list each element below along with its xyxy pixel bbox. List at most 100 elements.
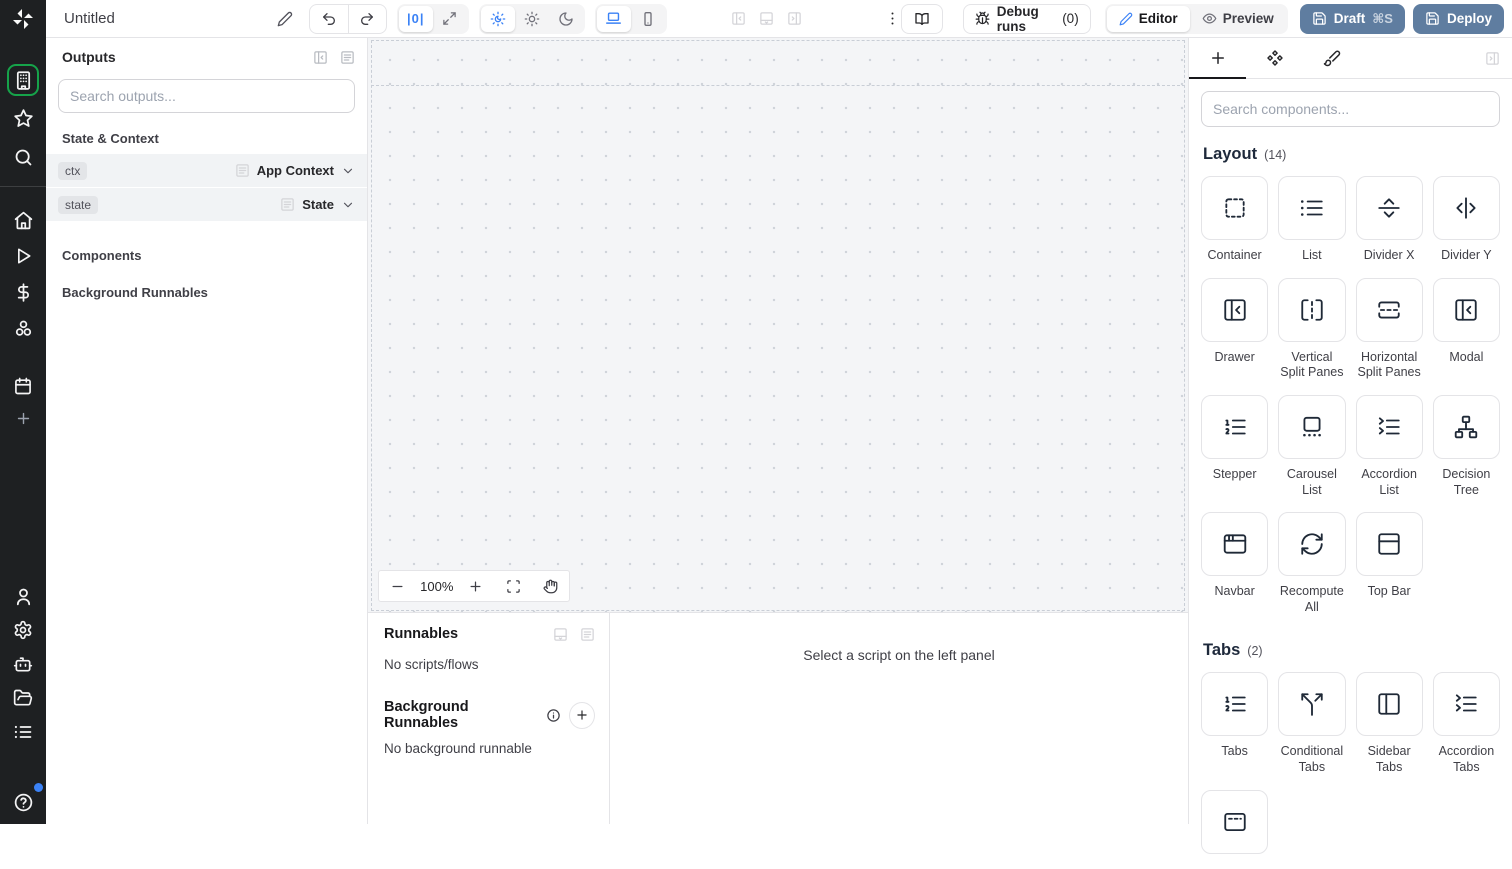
rail-item-runs[interactable] <box>7 240 39 272</box>
component-card-sidebar-tabs[interactable]: Sidebar Tabs <box>1356 672 1423 775</box>
bottom-panel: Runnables No scripts/flows Background Ru… <box>368 612 1188 824</box>
windmill-logo[interactable] <box>0 0 46 38</box>
tab-insert-component[interactable] <box>1189 38 1246 78</box>
sun-moon-icon <box>490 11 506 27</box>
component-card-divider-x[interactable]: Divider X <box>1356 176 1423 264</box>
ctx-type-label: App Context <box>257 163 334 178</box>
more-menu-button[interactable] <box>884 10 901 27</box>
editor-label: Editor <box>1139 11 1178 26</box>
rail-item-search[interactable] <box>7 141 39 173</box>
component-card-accordion-tabs[interactable]: Accordion Tabs <box>1433 672 1500 775</box>
deploy-button[interactable]: Deploy <box>1413 4 1504 34</box>
rail-item-variables[interactable] <box>7 276 39 308</box>
plus-icon <box>1209 49 1227 67</box>
building-icon <box>13 70 34 91</box>
tab-component-settings[interactable] <box>1246 38 1303 78</box>
sidebar-tabs-icon <box>1376 691 1402 717</box>
navbar-icon <box>1222 531 1248 557</box>
fit-view-button[interactable] <box>495 571 532 601</box>
components-search-input[interactable] <box>1201 91 1500 127</box>
draft-button[interactable]: Draft ⌘S <box>1300 4 1405 34</box>
background-runnables-title: Background Runnables <box>384 699 538 731</box>
edit-title-pencil-icon[interactable] <box>277 11 293 27</box>
pan-button[interactable] <box>532 571 569 601</box>
chevron-down-icon[interactable] <box>341 164 355 178</box>
chevron-down-icon[interactable] <box>341 198 355 212</box>
component-card-horizontal-split[interactable]: Horizontal Split Panes <box>1356 278 1423 381</box>
outputs-search-input[interactable] <box>58 79 355 113</box>
rail-item-home[interactable] <box>7 204 39 236</box>
app-canvas[interactable]: 100% <box>368 38 1188 612</box>
editor-tab[interactable]: Editor <box>1107 6 1190 32</box>
expand-all-icon[interactable] <box>340 50 355 65</box>
rail-item-help[interactable] <box>7 786 39 818</box>
rail-item-workers[interactable] <box>7 648 39 680</box>
tabs-icon <box>1222 691 1248 717</box>
component-card-drawer[interactable]: Drawer <box>1201 278 1268 381</box>
rail-item-add[interactable] <box>7 402 39 434</box>
component-card-navbar[interactable]: Navbar <box>1201 512 1268 615</box>
component-card-accordion-list[interactable]: Accordion List <box>1356 395 1423 498</box>
undo-button[interactable] <box>310 5 348 33</box>
centered-layout-button[interactable]: |0| <box>399 6 433 32</box>
docs-button[interactable] <box>901 4 943 34</box>
component-card-container[interactable]: Container <box>1201 176 1268 264</box>
component-card-conditional-tabs[interactable]: Conditional Tabs <box>1278 672 1345 775</box>
rail-item-settings[interactable] <box>7 614 39 646</box>
search-icon <box>13 147 34 168</box>
desktop-view-button[interactable] <box>597 6 631 32</box>
add-background-runnable-button[interactable] <box>569 702 595 729</box>
component-card-divider-y[interactable]: Divider Y <box>1433 176 1500 264</box>
plus-icon <box>15 410 32 427</box>
zoom-out-button[interactable] <box>379 571 416 601</box>
background-runnables-heading: Background Runnables <box>46 271 367 308</box>
debug-runs-button[interactable]: Debug runs (0) <box>963 4 1091 34</box>
doc-icon <box>280 197 295 212</box>
canvas-width-group: |0| <box>397 4 469 34</box>
component-card-list[interactable]: List <box>1278 176 1345 264</box>
toggle-right-panel-icon[interactable] <box>787 11 802 26</box>
collapse-right-panel-icon[interactable] <box>1485 51 1500 66</box>
component-card-decision-tree[interactable]: Decision Tree <box>1433 395 1500 498</box>
redo-button[interactable] <box>348 5 386 33</box>
fullwidth-button[interactable] <box>433 6 467 32</box>
mobile-view-button[interactable] <box>631 6 665 32</box>
drawer-icon <box>1222 297 1248 323</box>
component-card-stepper[interactable]: Stepper <box>1201 395 1268 498</box>
preview-tab[interactable]: Preview <box>1190 6 1286 32</box>
rail-item-apps[interactable] <box>7 64 39 96</box>
component-card-vertical-split[interactable]: Vertical Split Panes <box>1278 278 1345 381</box>
sun-icon <box>524 11 540 27</box>
bug-icon <box>975 11 990 26</box>
collapse-bottom-panel-icon[interactable] <box>553 627 568 642</box>
component-card-recompute-all[interactable]: Recompute All <box>1278 512 1345 615</box>
component-card-top-bar[interactable]: Top Bar <box>1356 512 1423 615</box>
state-row[interactable]: state State <box>46 188 367 221</box>
rail-item-account[interactable] <box>7 580 39 612</box>
rail-item-logs[interactable] <box>7 716 39 748</box>
zoom-in-button[interactable] <box>457 571 494 601</box>
theme-auto-button[interactable] <box>481 6 515 32</box>
doc-icon[interactable] <box>580 627 595 642</box>
deploy-label: Deploy <box>1447 11 1492 26</box>
rail-item-folders[interactable] <box>7 682 39 714</box>
gear-icon <box>13 620 33 640</box>
rail-item-favorites[interactable] <box>7 102 39 134</box>
component-card-modal[interactable]: Modal <box>1433 278 1500 381</box>
state-type-label: State <box>302 197 334 212</box>
tab-styling[interactable] <box>1303 38 1360 78</box>
rail-item-schedules[interactable] <box>7 370 39 402</box>
collapse-panel-icon[interactable] <box>313 50 328 65</box>
ctx-row[interactable]: ctx App Context <box>46 154 367 187</box>
accordion-list-icon <box>1376 414 1402 440</box>
component-card-tabs[interactable]: Tabs <box>1201 672 1268 775</box>
theme-dark-button[interactable] <box>549 6 583 32</box>
canvas-zoom-toolbar: 100% <box>378 570 570 602</box>
theme-light-button[interactable] <box>515 6 549 32</box>
component-card-invisible-tabs[interactable] <box>1201 790 1268 863</box>
rail-item-resources[interactable] <box>7 312 39 344</box>
eye-icon <box>1202 11 1217 26</box>
toggle-left-panel-icon[interactable] <box>731 11 746 26</box>
component-card-carousel-list[interactable]: Carousel List <box>1278 395 1345 498</box>
toggle-bottom-panel-icon[interactable] <box>759 11 774 26</box>
